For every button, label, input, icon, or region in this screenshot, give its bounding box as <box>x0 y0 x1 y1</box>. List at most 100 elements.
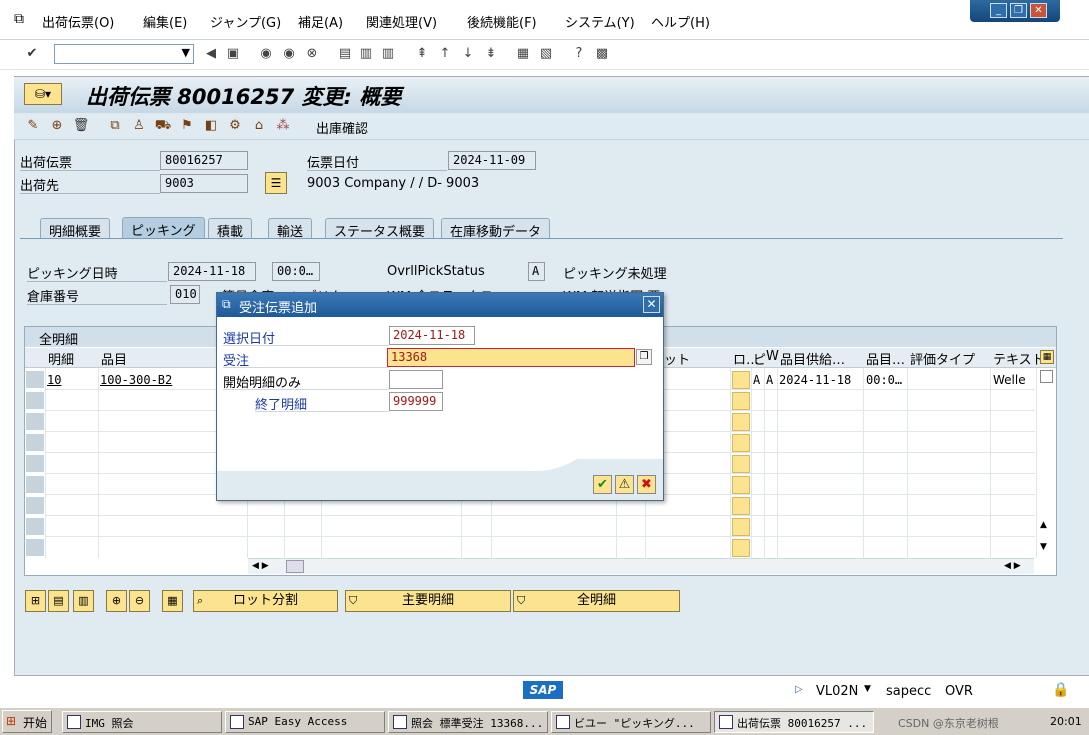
row-selector[interactable] <box>25 496 45 515</box>
select-block-icon[interactable]: ▤ <box>48 590 69 612</box>
col-material[interactable]: 品目 <box>101 349 127 368</box>
col-lot[interactable]: ット <box>664 349 690 368</box>
package-icon[interactable]: ◧ <box>202 117 220 135</box>
col-pi[interactable]: ピ <box>753 349 766 368</box>
details-icon[interactable]: ▦ <box>162 590 183 612</box>
header-icon[interactable]: ⧉ <box>106 117 124 135</box>
row-selector[interactable] <box>25 475 45 494</box>
tab-loading[interactable]: 積載 <box>208 218 253 240</box>
order-input[interactable]: 13368 <box>387 348 635 367</box>
start-button[interactable]: ⊞ 开始 <box>2 710 52 733</box>
select-all-icon[interactable]: ⊞ <box>25 590 46 612</box>
confirm-icon[interactable]: ✔ <box>593 475 612 494</box>
collapse-icon[interactable]: ◀ <box>203 46 219 62</box>
back-icon[interactable]: ◉ <box>258 46 274 62</box>
batch-split-button[interactable]: ⌕ ロット分割 <box>193 590 338 612</box>
row-selector[interactable] <box>25 433 45 452</box>
col-mat-time[interactable]: 品目… <box>866 349 905 368</box>
menu-subsequent[interactable]: 後続機能(F) <box>467 12 537 31</box>
edit-icon[interactable]: ✎ <box>24 117 42 135</box>
lot-split-box[interactable] <box>732 455 750 473</box>
menu-goto[interactable]: ジャンプ(G) <box>210 12 281 31</box>
lot-split-box[interactable] <box>732 434 750 452</box>
last-page-icon[interactable]: ⇟ <box>483 46 499 62</box>
status-expand-icon[interactable]: ▷ <box>795 684 803 695</box>
sel-date-field[interactable]: 2024-11-18 <box>389 326 475 345</box>
save-icon[interactable]: ▣ <box>225 46 241 62</box>
table-row-item[interactable]: 10 <box>47 373 61 387</box>
address-icon[interactable]: ☰ <box>265 172 287 194</box>
batch-icon[interactable]: ⁂ <box>274 117 292 135</box>
table-settings-icon[interactable]: ▦ <box>1040 350 1054 364</box>
tab-goods-movement[interactable]: 在庫移動データ <box>441 218 551 240</box>
task-easy-access[interactable]: SAP Easy Access <box>225 711 385 733</box>
layout-icon[interactable]: ▩ <box>594 46 610 62</box>
app-menu-icon[interactable]: ⧉ <box>14 11 24 27</box>
horizontal-scrollbar[interactable]: ◀ ▶ ◀ ▶ <box>248 558 1034 574</box>
row-selector[interactable] <box>25 517 45 536</box>
menu-environment[interactable]: 関連処理(V) <box>366 12 437 31</box>
tab-transport[interactable]: 輸送 <box>268 218 313 240</box>
menu-extras[interactable]: 補足(A) <box>298 12 343 31</box>
restore-icon[interactable]: ❐ <box>1010 3 1027 18</box>
row-selector[interactable] <box>25 370 45 389</box>
search-help-icon[interactable]: ❐ <box>636 349 652 365</box>
menu-delivery[interactable]: 出荷伝票(O) <box>42 12 114 31</box>
insert-row-icon[interactable]: ⊕ <box>106 590 127 612</box>
exit-icon[interactable]: ◉ <box>281 46 297 62</box>
lot-split-box[interactable] <box>732 518 750 536</box>
chevron-down-icon[interactable]: ▼ <box>182 46 190 59</box>
prev-page-icon[interactable]: ↑ <box>437 46 453 62</box>
enter-icon[interactable]: ✔ <box>24 46 40 62</box>
lot-split-box[interactable] <box>732 476 750 494</box>
main-items-button[interactable]: ⛉ 主要明細 <box>345 590 511 612</box>
shortcut-icon[interactable]: ▧ <box>538 46 554 62</box>
col-item[interactable]: 明細 <box>48 349 74 368</box>
menu-button-icon[interactable]: ⛁▾ <box>24 83 62 105</box>
minimize-icon[interactable]: _ <box>990 3 1007 18</box>
scroll-thumb[interactable] <box>286 560 304 573</box>
row-selector[interactable] <box>25 412 45 431</box>
lot-split-box[interactable] <box>732 392 750 410</box>
print-icon[interactable]: ▤ <box>337 46 353 62</box>
warehouse-icon[interactable]: ⌂ <box>250 117 268 135</box>
end-item-field[interactable]: 999999 <box>389 392 443 411</box>
delete-icon[interactable]: 🗑 <box>72 117 90 135</box>
tab-picking[interactable]: ピッキング <box>122 217 205 239</box>
pick-time-field[interactable]: 00:0… <box>272 262 320 281</box>
scroll-down-icon[interactable]: ▼ <box>1040 542 1047 552</box>
menu-help[interactable]: ヘルプ(H) <box>651 12 710 31</box>
row-selector[interactable] <box>25 391 45 410</box>
delete-row-icon[interactable]: ⊖ <box>129 590 150 612</box>
start-item-field[interactable] <box>389 370 443 389</box>
tab-item-overview[interactable]: 明細概要 <box>40 218 111 240</box>
scroll-up-icon[interactable]: ▲ <box>1040 520 1047 530</box>
post-goods-issue-button[interactable]: 出庫確認 <box>316 118 368 137</box>
lot-split-box[interactable] <box>732 413 750 431</box>
cancel-icon[interactable]: ⊗ <box>304 46 320 62</box>
table-row-material[interactable]: 100-300-B2 <box>100 373 172 387</box>
col-text[interactable]: テキスト <box>993 349 1045 368</box>
scroll-right-icon[interactable]: ◀ ▶ <box>1004 561 1021 571</box>
help-icon[interactable]: ? <box>571 46 587 62</box>
col-valuation-type[interactable]: 評価タイプ <box>910 349 975 368</box>
first-page-icon[interactable]: ⇞ <box>414 46 430 62</box>
scroll-left-icon[interactable]: ◀ ▶ <box>252 561 269 571</box>
tcode-dropdown-icon[interactable]: ▼ <box>864 684 871 694</box>
menu-system[interactable]: システム(Y) <box>565 12 635 31</box>
lot-split-box[interactable] <box>732 497 750 515</box>
col-w[interactable]: W <box>766 349 779 364</box>
task-img[interactable]: IMG 照会 <box>62 711 222 733</box>
col-mat-avail[interactable]: 品目供給… <box>780 349 845 368</box>
transport-icon[interactable]: ⛟ <box>154 117 172 135</box>
command-field[interactable]: ▼ <box>54 44 194 64</box>
row-selector[interactable] <box>25 538 45 557</box>
find-next-icon[interactable]: ▥ <box>380 46 396 62</box>
cancel-icon[interactable]: ✖ <box>637 475 656 494</box>
close-window-icon[interactable]: ✕ <box>1030 3 1047 18</box>
output-icon[interactable]: ⚙ <box>226 117 244 135</box>
task-sales-order[interactable]: 照会 標準受注 13368... <box>388 711 548 733</box>
menu-edit[interactable]: 編集(E) <box>143 12 187 31</box>
row-selector[interactable] <box>25 454 45 473</box>
deselect-icon[interactable]: ▥ <box>73 590 94 612</box>
